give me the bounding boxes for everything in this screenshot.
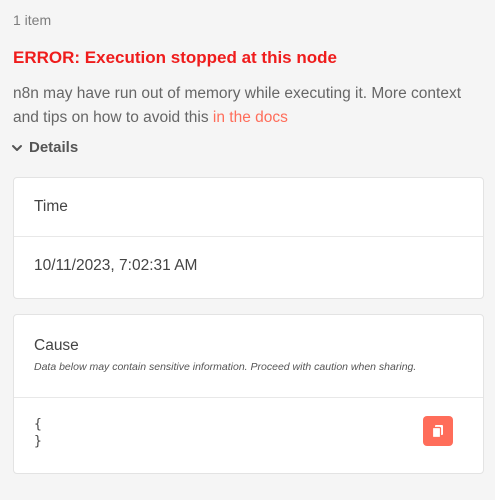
time-card: Time 10/11/2023, 7:02:31 AM bbox=[13, 177, 484, 299]
docs-link[interactable]: in the docs bbox=[213, 109, 288, 126]
json-close-brace: } bbox=[34, 434, 42, 449]
item-count: 1 item bbox=[13, 12, 52, 28]
error-output-panel: 1 item ERROR: Execution stopped at this … bbox=[0, 0, 495, 500]
error-description: n8n may have run out of memory while exe… bbox=[13, 82, 473, 130]
sensitive-info-note: Data below may contain sensitive informa… bbox=[34, 361, 417, 373]
copy-button[interactable] bbox=[423, 416, 453, 446]
details-toggle[interactable]: Details bbox=[11, 139, 78, 156]
details-label: Details bbox=[29, 139, 79, 156]
json-open-brace: { bbox=[34, 417, 42, 432]
time-value: 10/11/2023, 7:02:31 AM bbox=[34, 257, 198, 274]
chevron-down-icon bbox=[12, 144, 22, 151]
cause-card-header: Cause Data below may contain sensitive i… bbox=[14, 315, 483, 398]
cause-json-block: { } bbox=[14, 398, 483, 450]
cause-label: Cause bbox=[34, 337, 79, 354]
copy-icon bbox=[431, 425, 443, 438]
error-title: ERROR: Execution stopped at this node bbox=[13, 48, 337, 67]
time-card-header: Time bbox=[14, 178, 483, 237]
cause-card: Cause Data below may contain sensitive i… bbox=[13, 314, 484, 474]
time-label: Time bbox=[34, 198, 68, 215]
